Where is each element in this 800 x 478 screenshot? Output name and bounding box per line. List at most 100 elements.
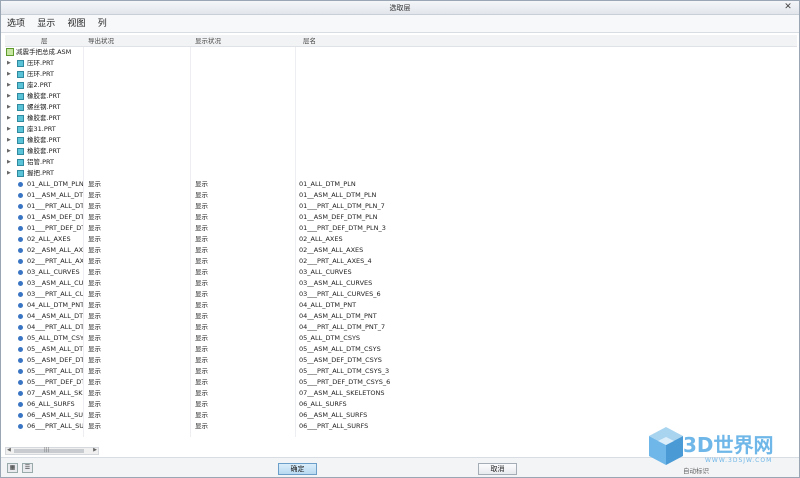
scroll-grip-icon: ||| <box>44 447 50 453</box>
tree-row-part[interactable]: ▶ 橡胶套.PRT <box>5 91 797 102</box>
tree-row-part[interactable]: ▶ 螺丝钢.PRT <box>5 102 797 113</box>
layer-full-name: 05__ASM_ALL_DTM_CSYS <box>299 345 381 353</box>
tree-row-part[interactable]: ▶ 橡胶套.PRT <box>5 135 797 146</box>
layer-row[interactable]: 02_ALL_AXES 显示 显示 02_ALL_AXES <box>5 234 797 245</box>
header-display-status[interactable]: 显示状况 <box>195 35 221 47</box>
layer-full-name: 02_ALL_AXES <box>299 235 343 243</box>
part-name: 橡胶套.PRT <box>27 136 61 144</box>
tree-row-part[interactable]: ▶ 橡胶套.PRT <box>5 146 797 157</box>
expand-arrow-icon[interactable]: ▶ <box>7 113 13 124</box>
layer-name: 07__ASM_ALL_SK <box>27 389 83 397</box>
layer-row[interactable]: 06__ASM_ALL_SU 显示 显示 06__ASM_ALL_SURFS <box>5 410 797 421</box>
menu-view[interactable]: 视图 <box>68 15 86 33</box>
expand-arrow-icon[interactable]: ▶ <box>7 135 13 146</box>
layer-full-name: 04_ALL_DTM_PNT <box>299 301 357 309</box>
title-bar: 选取层 ✕ <box>1 1 799 15</box>
layer-row[interactable]: 05___PRT_ALL_DT 显示 显示 05___PRT_ALL_DTM_CSYS… <box>5 366 797 377</box>
tree-row-part[interactable]: ▶ 握把.PRT <box>5 168 797 179</box>
layer-icon <box>18 369 23 374</box>
tree-row-assembly[interactable]: 减震手把总成.ASM <box>5 47 797 58</box>
part-name: 握把.PRT <box>27 169 54 177</box>
tree-view-icon[interactable]: ▦ <box>7 463 18 473</box>
part-icon <box>17 93 24 100</box>
layer-row[interactable]: 03___PRT_ALL_CU 显示 显示 03___PRT_ALL_CURVES_6 <box>5 289 797 300</box>
layer-row[interactable]: 03_ALL_CURVES 显示 显示 03_ALL_CURVES <box>5 267 797 278</box>
layer-row[interactable]: 01___PRT_ALL_DT 显示 显示 01___PRT_ALL_DTM_PLN_… <box>5 201 797 212</box>
layer-full-name: 01_ALL_DTM_PLN <box>299 180 356 188</box>
layer-row[interactable]: 02__ASM_ALL_AX 显示 显示 02__ASM_ALL_AXES <box>5 245 797 256</box>
layer-icon <box>18 424 23 429</box>
layer-row[interactable]: 01___PRT_DEF_DT 显示 显示 01___PRT_DEF_DTM_PLN_… <box>5 223 797 234</box>
layer-icon <box>18 182 23 187</box>
select-layer-window: 选取层 ✕ 选项 显示 视图 列 层 导出状况 显示状况 层名 减震手把总成.A… <box>0 0 800 478</box>
layer-icon <box>18 270 23 275</box>
menu-options[interactable]: 选项 <box>7 15 25 33</box>
layer-row[interactable]: 01__ASM_DEF_DT 显示 显示 01__ASM_DEF_DTM_PLN <box>5 212 797 223</box>
horizontal-scrollbar[interactable]: ◀ ||| ▶ <box>5 447 99 455</box>
layer-row[interactable]: 04__ASM_ALL_DT 显示 显示 04__ASM_ALL_DTM_PNT <box>5 311 797 322</box>
layer-row[interactable]: 06_ALL_SURFS 显示 显示 06_ALL_SURFS <box>5 399 797 410</box>
layer-row[interactable]: 04_ALL_DTM_PNT 显示 显示 04_ALL_DTM_PNT <box>5 300 797 311</box>
export-status: 显示 <box>88 213 101 221</box>
ok-button[interactable]: 确定 <box>278 463 317 475</box>
tree-row-part[interactable]: ▶ 铝管.PRT <box>5 157 797 168</box>
export-status: 显示 <box>88 246 101 254</box>
expand-arrow-icon[interactable]: ▶ <box>7 80 13 91</box>
export-status: 显示 <box>88 400 101 408</box>
layer-full-name: 05___PRT_DEF_DTM_CSYS_6 <box>299 378 391 386</box>
layer-row[interactable]: 05___PRT_DEF_DT 显示 显示 05___PRT_DEF_DTM_CSYS… <box>5 377 797 388</box>
part-name: 橡胶套.PRT <box>27 147 61 155</box>
scroll-left-icon[interactable]: ◀ <box>7 447 11 453</box>
layer-row[interactable]: 04___PRT_ALL_DT 显示 显示 04___PRT_ALL_DTM_PNT_… <box>5 322 797 333</box>
display-status: 显示 <box>195 246 208 254</box>
expand-arrow-icon[interactable]: ▶ <box>7 168 13 179</box>
layer-name: 02___PRT_ALL_AX <box>27 257 83 265</box>
header-export-status[interactable]: 导出状况 <box>88 35 114 47</box>
layer-row[interactable]: 05__ASM_DEF_DT 显示 显示 05__ASM_DEF_DTM_CSYS <box>5 355 797 366</box>
layer-full-name: 07__ASM_ALL_SKELETONS <box>299 389 385 397</box>
expand-arrow-icon[interactable]: ▶ <box>7 58 13 69</box>
layer-icon <box>18 336 23 341</box>
watermark-brand: 3D世界网 <box>683 433 774 457</box>
layer-icon <box>18 303 23 308</box>
tree-row-part[interactable]: ▶ 橡胶套.PRT <box>5 113 797 124</box>
scroll-right-icon[interactable]: ▶ <box>93 447 97 453</box>
close-icon[interactable]: ✕ <box>781 2 795 13</box>
display-status: 显示 <box>195 323 208 331</box>
display-status: 显示 <box>195 257 208 265</box>
layer-row[interactable]: 01_ALL_DTM_PLN 显示 显示 01_ALL_DTM_PLN <box>5 179 797 190</box>
tree-row-part[interactable]: ▶ 压环.PRT <box>5 69 797 80</box>
layer-name: 03_ALL_CURVES <box>27 268 80 276</box>
layer-row[interactable]: 01__ASM_ALL_DT 显示 显示 01__ASM_ALL_DTM_PLN <box>5 190 797 201</box>
expand-arrow-icon[interactable]: ▶ <box>7 157 13 168</box>
expand-arrow-icon[interactable]: ▶ <box>7 102 13 113</box>
menu-columns[interactable]: 列 <box>98 15 107 33</box>
window-title: 选取层 <box>389 4 411 12</box>
expand-arrow-icon[interactable]: ▶ <box>7 146 13 157</box>
expand-arrow-icon[interactable]: ▶ <box>7 124 13 135</box>
tree-row-part[interactable]: ▶ 座2.PRT <box>5 80 797 91</box>
layer-row[interactable]: 05__ASM_ALL_DT 显示 显示 05__ASM_ALL_DTM_CSYS <box>5 344 797 355</box>
part-icon <box>17 104 24 111</box>
layer-row[interactable]: 07__ASM_ALL_SK 显示 显示 07__ASM_ALL_SKELETONS <box>5 388 797 399</box>
layer-row[interactable]: 02___PRT_ALL_AX 显示 显示 02___PRT_ALL_AXES_4 <box>5 256 797 267</box>
cancel-button[interactable]: 取消 <box>478 463 517 475</box>
layer-row[interactable]: 05_ALL_DTM_CSY 显示 显示 05_ALL_DTM_CSYS <box>5 333 797 344</box>
expand-arrow-icon[interactable]: ▶ <box>7 91 13 102</box>
layer-full-name: 01__ASM_ALL_DTM_PLN <box>299 191 377 199</box>
tree-row-part[interactable]: ▶ 压环.PRT <box>5 58 797 69</box>
header-layer[interactable]: 层 <box>41 35 48 47</box>
header-layer-name[interactable]: 层名 <box>303 35 316 47</box>
layer-name: 06___PRT_ALL_SU <box>27 422 83 430</box>
layer-full-name: 03___PRT_ALL_CURVES_6 <box>299 290 381 298</box>
tree-row-part[interactable]: ▶ 座31.PRT <box>5 124 797 135</box>
menu-display[interactable]: 显示 <box>37 15 55 33</box>
display-status: 显示 <box>195 422 208 430</box>
layer-full-name: 05_ALL_DTM_CSYS <box>299 334 361 342</box>
part-name: 铝管.PRT <box>27 158 54 166</box>
layer-full-name: 04___PRT_ALL_DTM_PNT_7 <box>299 323 386 331</box>
layer-row[interactable]: 03__ASM_ALL_CU 显示 显示 03__ASM_ALL_CURVES <box>5 278 797 289</box>
list-view-icon[interactable]: ☰ <box>22 463 33 473</box>
export-status: 显示 <box>88 411 101 419</box>
expand-arrow-icon[interactable]: ▶ <box>7 69 13 80</box>
